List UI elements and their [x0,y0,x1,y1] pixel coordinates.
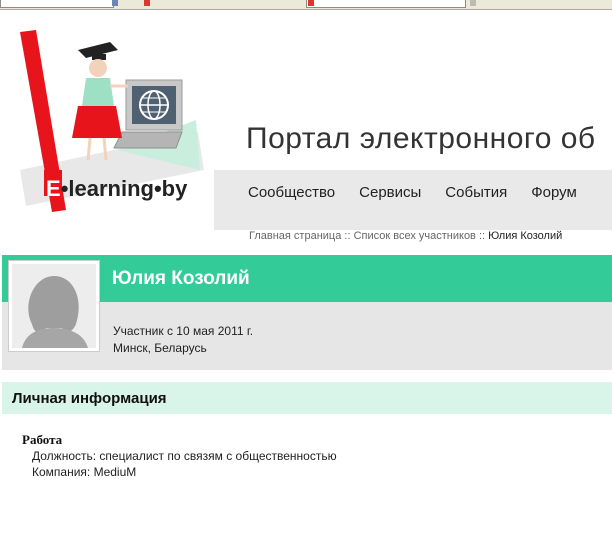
work-position: Должность: специалист по связям с общест… [32,449,337,463]
avatar-placeholder-icon [12,264,96,348]
nav-item-events[interactable]: События [445,184,507,201]
logo-text-rest: •learning•by [61,176,188,201]
member-since-text: Участник с 10 мая 2011 г. [113,324,254,338]
breadcrumb-members-link[interactable]: Список всех участников [354,230,476,242]
breadcrumb-separator: :: [478,230,486,242]
browser-tab[interactable] [306,0,466,8]
logo-text: E•learning•by [46,176,188,201]
portal-title: Портал электронного об [246,122,596,155]
site-header: E•learning•by Портал электронного об Соо… [0,10,612,230]
breadcrumb: Главная страница :: Список всех участник… [249,230,562,242]
work-company: Компания: MediuM [32,465,137,479]
breadcrumb-current: Юлия Козолий [488,230,563,242]
top-navigation: Сообщество Сервисы События Форум [248,184,601,201]
nav-item-services[interactable]: Сервисы [359,184,421,201]
breadcrumb-separator: :: [344,230,351,242]
nav-item-forum[interactable]: Форум [531,184,577,201]
personal-info-title: Личная информация [12,390,167,407]
girl-shirt [82,78,114,106]
girl-skirt [72,106,122,138]
tab-icon [112,0,118,6]
browser-tab[interactable] [0,0,114,8]
favicon-icon [308,0,314,6]
avatar [9,261,99,351]
keyboard-shape [113,131,183,149]
browser-tab-strip [0,0,612,10]
elearning-logo[interactable]: E•learning•by [18,20,208,220]
logo-text-e: E [46,176,61,201]
work-section-title: Работа [22,432,63,447]
favicon-icon [144,0,150,6]
breadcrumb-home-link[interactable]: Главная страница [249,230,341,242]
girl-head [89,59,107,77]
new-tab-icon[interactable] [470,0,476,6]
location-text: Минск, Беларусь [113,341,207,355]
nav-item-community[interactable]: Сообщество [248,184,335,201]
profile-name: Юлия Козолий [112,268,250,289]
